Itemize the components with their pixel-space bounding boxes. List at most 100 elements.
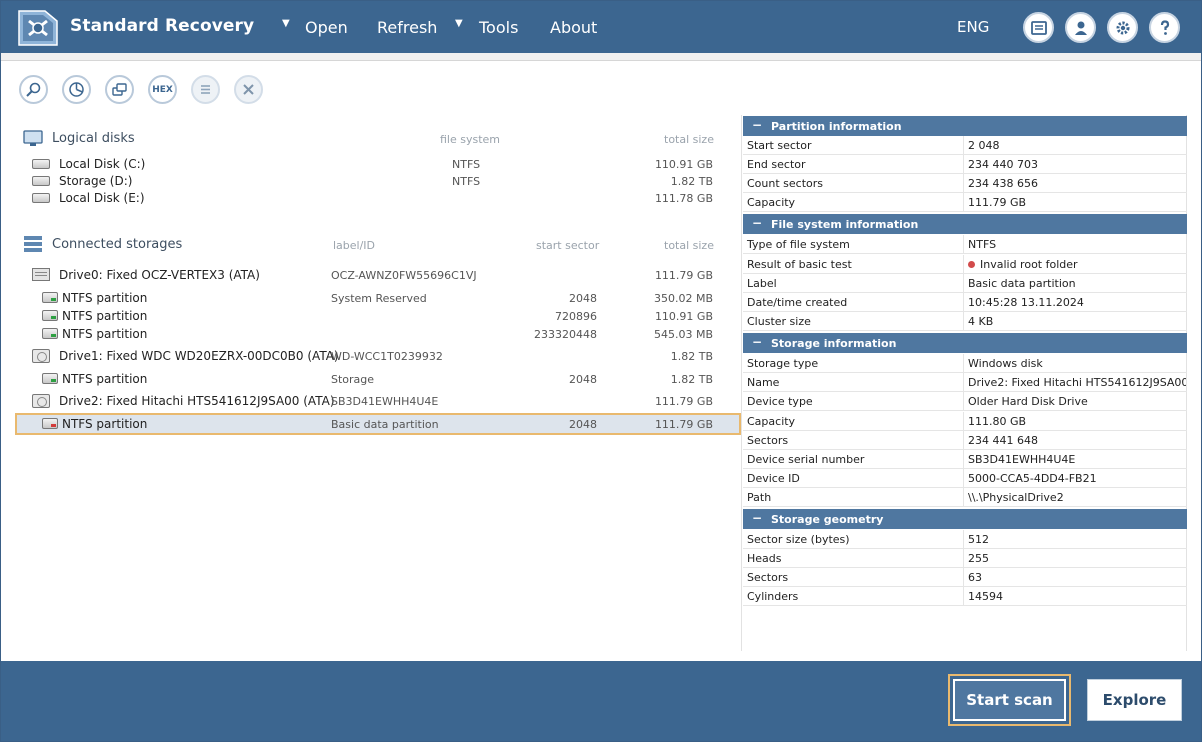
create-image-button[interactable]	[105, 75, 134, 104]
search-files-button[interactable]	[19, 75, 48, 104]
language-selector[interactable]: ENG	[957, 18, 989, 36]
partition-start: 2048	[569, 373, 597, 386]
partition-size: 545.03 MB	[653, 328, 713, 341]
property-key: Sectors	[747, 571, 789, 584]
property-row: Result of basic test Invalid root folder	[743, 255, 1187, 274]
drive-label: WD-WCC1T0239932	[331, 350, 443, 363]
gear-icon	[1116, 21, 1129, 34]
logical-disk-name: Storage (D:)	[59, 174, 133, 188]
help-button[interactable]	[1149, 12, 1180, 43]
property-key: Type of file system	[747, 238, 850, 251]
property-value: 4 KB	[968, 315, 994, 328]
partition-manager-button[interactable]	[62, 75, 91, 104]
partition-size: 350.02 MB	[653, 292, 713, 305]
property-key: End sector	[747, 158, 806, 171]
drive-icon	[32, 268, 50, 281]
property-key: Name	[747, 376, 780, 389]
menu-open[interactable]: Open	[305, 18, 348, 37]
property-row: Heads 255	[743, 549, 1187, 568]
partition-label: Storage	[331, 373, 375, 386]
partition-size: 111.79 GB	[654, 418, 713, 431]
user-icon	[1074, 21, 1087, 35]
property-row: Storage type Windows disk	[743, 354, 1187, 373]
logical-disk-size: 1.82 TB	[670, 175, 713, 188]
property-value: 63	[968, 571, 982, 584]
property-value: 234 438 656	[968, 177, 1038, 190]
property-value: 14594	[968, 590, 1003, 603]
property-row: Sector size (bytes) 512	[743, 530, 1187, 549]
start-scan-button[interactable]: Start scan	[948, 674, 1071, 726]
property-value: 111.79 GB	[968, 196, 1027, 209]
drive-size: 1.82 TB	[670, 350, 713, 363]
basic-test-result: Invalid root folder	[980, 258, 1078, 271]
col-total-size: total size	[664, 239, 714, 252]
storage-geometry-title: Storage geometry	[771, 513, 884, 526]
list-view-button[interactable]	[191, 75, 220, 104]
property-value: Invalid root folder	[968, 258, 1186, 271]
property-row: Device ID 5000-CCA5-4DD4-FB21	[743, 469, 1187, 488]
account-button[interactable]	[1065, 12, 1096, 43]
storage-geometry-header[interactable]: − Storage geometry	[743, 509, 1187, 529]
collapse-icon[interactable]: −	[752, 335, 762, 349]
filesystem-info-title: File system information	[771, 218, 919, 231]
filesystem-info-header[interactable]: − File system information	[743, 214, 1187, 234]
selected-partition-row[interactable]: NTFS partition Basic data partition 2048…	[15, 413, 741, 435]
log-button[interactable]	[1023, 12, 1054, 43]
property-row: Type of file system NTFS	[743, 235, 1187, 254]
settings-button[interactable]	[1107, 12, 1138, 43]
collapse-icon[interactable]: −	[752, 118, 762, 132]
property-row: Sectors 234 441 648	[743, 431, 1187, 450]
partition-name: NTFS partition	[62, 327, 148, 341]
question-icon	[1160, 19, 1169, 35]
disk-icon	[32, 193, 50, 203]
property-row: Cylinders 14594	[743, 587, 1187, 606]
property-value: 512	[968, 533, 989, 546]
property-row: Count sectors 234 438 656	[743, 174, 1187, 193]
property-key: Device type	[747, 395, 813, 408]
top-bar: Standard Recovery ▼ Open Refresh ▼ Tools…	[1, 1, 1201, 53]
storage-info-header[interactable]: − Storage information	[743, 333, 1187, 353]
property-row: Device serial number SB3D41EWHH4U4E	[743, 450, 1187, 469]
error-status-icon	[968, 261, 975, 268]
property-key: Sectors	[747, 434, 789, 447]
property-value: Drive2: Fixed Hitachi HTS541612J9SA00 (A…	[968, 376, 1186, 389]
drive-name: Drive2: Fixed Hitachi HTS541612J9SA00 (A…	[59, 394, 335, 408]
menu-tools[interactable]: Tools	[479, 18, 518, 37]
bottom-bar: Start scan Explore	[1, 661, 1201, 741]
partition-info-header[interactable]: − Partition information	[743, 116, 1187, 136]
partition-label: System Reserved	[331, 292, 427, 305]
property-key: Device ID	[747, 472, 800, 485]
tools-caret-icon[interactable]: ▼	[455, 18, 463, 29]
menu-refresh[interactable]: Refresh	[377, 18, 437, 37]
property-row: End sector 234 440 703	[743, 155, 1187, 174]
logical-disk-fs: NTFS	[452, 158, 481, 171]
property-row: Start sector 2 048	[743, 136, 1187, 155]
property-row: Device type Older Hard Disk Drive	[743, 392, 1187, 411]
property-value: 234 441 648	[968, 434, 1038, 447]
storage-list-panel: Logical disks file system total size Loc…	[15, 121, 741, 661]
collapse-icon[interactable]: −	[752, 511, 762, 525]
property-value: 10:45:28 13.11.2024	[968, 296, 1084, 309]
property-key: Label	[747, 277, 777, 290]
monitor-icon	[23, 130, 43, 146]
partition-name: NTFS partition	[62, 291, 148, 305]
hex-viewer-button[interactable]: HEX	[148, 75, 177, 104]
menu-about[interactable]: About	[550, 18, 597, 37]
property-key: Path	[747, 491, 772, 504]
properties-panel: − Partition information Start sector 2 04…	[741, 115, 1187, 651]
close-storage-button[interactable]	[234, 75, 263, 104]
property-key: Result of basic test	[747, 258, 852, 271]
pie-chart-icon	[69, 82, 84, 97]
property-value: 5000-CCA5-4DD4-FB21	[968, 472, 1097, 485]
partition-icon	[42, 373, 58, 384]
property-value: NTFS	[968, 238, 997, 251]
open-caret-icon[interactable]: ▼	[282, 18, 290, 29]
property-row: Capacity 111.80 GB	[743, 412, 1187, 431]
property-value: 255	[968, 552, 989, 565]
col-label-id: label/ID	[333, 239, 376, 252]
explore-button[interactable]: Explore	[1087, 679, 1182, 721]
drive-size: 111.79 GB	[654, 395, 713, 408]
logical-disk-size: 111.78 GB	[654, 192, 713, 205]
collapse-icon[interactable]: −	[752, 216, 762, 230]
top-separator	[1, 53, 1201, 61]
